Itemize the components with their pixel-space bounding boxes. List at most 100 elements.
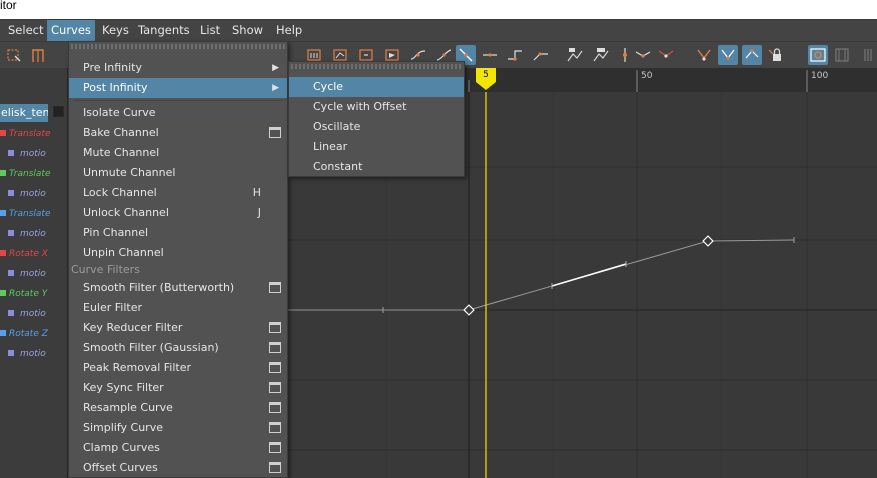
weighted-tangents-icon[interactable] <box>718 45 738 65</box>
film-strip-icon[interactable] <box>832 45 852 65</box>
outliner-curve-row[interactable]: motio <box>0 224 68 244</box>
menu-item-linear[interactable]: Linear <box>289 137 464 157</box>
menu-item-filter[interactable]: Smooth Filter (Butterworth) <box>69 278 287 298</box>
menu-item-filter[interactable]: Resample Curve <box>69 398 287 418</box>
outliner-channel-row[interactable]: Translate <box>0 164 68 184</box>
menu-item-constant[interactable]: Constant <box>289 157 464 177</box>
view-camera-icon[interactable] <box>808 45 828 65</box>
option-box-icon[interactable] <box>269 422 281 433</box>
option-box-icon[interactable] <box>269 402 281 413</box>
channel-color-swatch <box>8 190 14 196</box>
menu-item-isolate-curve[interactable]: Isolate Curve <box>69 103 287 123</box>
option-box-icon[interactable] <box>269 282 281 293</box>
menu-help[interactable]: Help <box>272 20 306 41</box>
channel-sync-icon[interactable] <box>858 45 877 65</box>
menu-section-curve-filters: Curve Filters <box>71 263 140 276</box>
option-box-icon[interactable] <box>269 462 281 473</box>
menu-keys[interactable]: Keys <box>98 20 133 41</box>
outliner-curve-row[interactable]: motio <box>0 304 68 324</box>
menu-item-label: Pin Channel <box>83 226 149 239</box>
outliner-row-label: Translate <box>9 169 51 179</box>
unify-tangents-icon[interactable] <box>633 45 653 65</box>
window-title: itor <box>0 0 17 12</box>
option-box-icon[interactable] <box>269 342 281 353</box>
option-box-icon[interactable] <box>269 127 281 138</box>
curve-selected-segment[interactable] <box>551 263 627 287</box>
menu-curves[interactable]: Curves <box>47 20 95 41</box>
flat-tangent-icon[interactable] <box>480 45 500 65</box>
menu-list[interactable]: List <box>196 20 224 41</box>
outliner-channel-row[interactable]: Translate <box>0 124 68 144</box>
menu-item-filter[interactable]: Clamp Curves <box>69 438 287 458</box>
menu-item-post-infinity[interactable]: Post Infinity ▶ <box>69 78 287 98</box>
outliner-curve-row[interactable]: motio <box>0 184 68 204</box>
keyframe[interactable] <box>463 304 475 316</box>
menu-show[interactable]: Show <box>228 20 267 41</box>
outliner-row-label: motio <box>20 189 46 199</box>
menu-tear-off[interactable] <box>291 64 462 69</box>
buffer-curve-swap-icon[interactable] <box>591 45 611 65</box>
outliner-channel-row[interactable]: Translate <box>0 204 68 224</box>
buffer-curve-snapshot-icon[interactable] <box>565 45 585 65</box>
menu-tear-off[interactable] <box>71 44 285 49</box>
outliner-channel-row[interactable]: Rotate X <box>0 244 68 264</box>
menu-item-unlock-channel[interactable]: Unlock Channel J <box>69 203 287 223</box>
lock-tangent-weight-icon[interactable] <box>694 45 714 65</box>
menu-item-label: Post Infinity <box>83 81 148 94</box>
menu-item-lock-channel[interactable]: Lock Channel H <box>69 183 287 203</box>
menu-item-label: Constant <box>313 160 363 173</box>
outliner-node-toggle[interactable] <box>53 106 64 117</box>
free-tangent-weight-icon[interactable] <box>656 45 676 65</box>
menu-item-label: Cycle <box>313 80 344 93</box>
menu-item-filter[interactable]: Peak Removal Filter <box>69 358 287 378</box>
break-tangents-icon[interactable] <box>615 45 635 65</box>
menu-item-label: Pre Infinity <box>83 61 142 74</box>
menu-item-cycle-with-offset[interactable]: Cycle with Offset <box>289 97 464 117</box>
menu-item-unmute-channel[interactable]: Unmute Channel <box>69 163 287 183</box>
option-box-icon[interactable] <box>269 442 281 453</box>
option-box-icon[interactable] <box>269 382 281 393</box>
outliner-row-label: motio <box>20 309 46 319</box>
insert-key-tool-icon[interactable] <box>28 45 48 65</box>
menu-tangents[interactable]: Tangents <box>134 20 194 41</box>
menu-item-bake-channel[interactable]: Bake Channel <box>69 123 287 143</box>
step-tangent-icon[interactable] <box>505 45 525 65</box>
menu-item-label: Mute Channel <box>83 146 160 159</box>
menu-item-filter[interactable]: Smooth Filter (Gaussian) <box>69 338 287 358</box>
ruler-label-50: 50 <box>641 71 653 81</box>
animation-curve[interactable] <box>288 239 795 311</box>
menu-item-filter[interactable]: Key Reducer Filter <box>69 318 287 338</box>
menu-item-label: Clamp Curves <box>83 441 160 454</box>
outliner-curve-row[interactable]: motio <box>0 344 68 364</box>
outliner-curve-row[interactable]: motio <box>0 144 68 164</box>
menu-item-cycle[interactable]: Cycle <box>289 77 464 97</box>
menu-item-unpin-channel[interactable]: Unpin Channel <box>69 243 287 263</box>
menu-separator <box>73 100 283 101</box>
menu-item-filter[interactable]: Offset Curves <box>69 458 287 478</box>
menu-item-filter[interactable]: Simplify Curve <box>69 418 287 438</box>
menu-item-pre-infinity[interactable]: Pre Infinity ▶ <box>69 58 287 78</box>
outliner-row-label: Translate <box>9 209 51 219</box>
ruler-label-100: 100 <box>811 71 829 81</box>
option-box-icon[interactable] <box>269 362 281 373</box>
clamped-tangent-icon[interactable] <box>531 45 551 65</box>
menu-item-filter[interactable]: Key Sync Filter <box>69 378 287 398</box>
channel-color-swatch <box>0 290 6 296</box>
outliner-row-label: Rotate X <box>9 249 48 259</box>
menu-hotkey: J <box>257 206 261 219</box>
menu-item-oscillate[interactable]: Oscillate <box>289 117 464 137</box>
outliner-channel-row[interactable]: Rotate Z <box>0 324 68 344</box>
menu-select[interactable]: Select <box>4 20 47 41</box>
menu-item-pin-channel[interactable]: Pin Channel <box>69 223 287 243</box>
outliner-node[interactable]: elisk_tent <box>0 104 48 122</box>
select-tool-icon[interactable] <box>4 45 24 65</box>
outliner-curve-row[interactable]: motio <box>0 264 68 284</box>
channel-color-swatch <box>8 150 14 156</box>
lock-icon[interactable] <box>766 45 786 65</box>
menu-item-filter[interactable]: Euler Filter <box>69 298 287 318</box>
menu-item-mute-channel[interactable]: Mute Channel <box>69 143 287 163</box>
non-weighted-tangents-icon[interactable] <box>742 45 762 65</box>
option-box-icon[interactable] <box>269 322 281 333</box>
keyframe[interactable] <box>702 235 714 247</box>
outliner-channel-row[interactable]: Rotate Y <box>0 284 68 304</box>
